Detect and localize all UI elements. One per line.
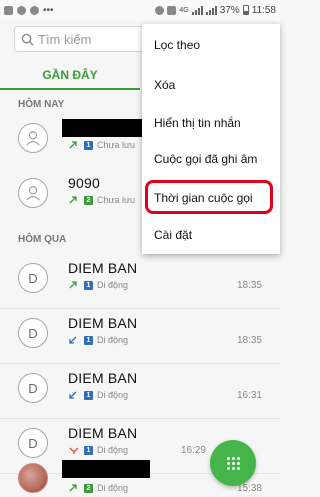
avatar-letter: D	[18, 373, 48, 403]
person-icon	[26, 186, 40, 201]
clock: 11:58	[251, 4, 276, 16]
search-input[interactable]	[38, 31, 158, 47]
sim-badge: 2	[84, 195, 93, 205]
redacted-name	[62, 119, 150, 137]
row-divider	[0, 308, 280, 309]
overflow-menu: Lọc theo Xóa Hiển thị tin nhắn Cuộc gọi …	[142, 24, 280, 254]
redacted-name	[62, 460, 150, 478]
menu-item-filter[interactable]: Lọc theo	[154, 38, 200, 52]
section-yesterday: HÔM QUA	[18, 234, 67, 245]
call-time: 16:31	[236, 390, 262, 401]
avatar-photo	[18, 463, 48, 493]
outgoing-call-icon	[69, 141, 77, 149]
dialpad-icon	[226, 456, 240, 470]
incoming-call-icon	[69, 336, 77, 344]
tab-recent[interactable]: GẦN ĐÂY	[0, 60, 140, 90]
row-divider	[0, 363, 280, 364]
section-today: HÔM NAY	[18, 99, 65, 110]
messenger-notification-icon	[17, 5, 26, 15]
avatar-letter: D	[18, 263, 48, 293]
signal-2-icon	[205, 5, 217, 15]
more-notifications-icon: •••	[43, 4, 54, 16]
row-divider	[0, 418, 280, 419]
sim-badge: 1	[84, 390, 93, 400]
call-status: Di động	[97, 483, 129, 493]
call-time: 18:35	[236, 335, 262, 346]
contact-name: 9090	[68, 175, 100, 191]
status-bar: ••• 4G 37% 11:58	[0, 0, 280, 20]
menu-item-settings[interactable]: Cài đặt	[154, 228, 192, 242]
call-status: Di động	[97, 335, 129, 345]
search-icon	[21, 33, 34, 46]
avatar-letter: D	[18, 318, 48, 348]
alarm-icon	[155, 5, 165, 15]
outgoing-call-icon	[69, 196, 77, 204]
avatar-placeholder	[18, 123, 48, 153]
contact-name: DIEM BAN	[68, 260, 138, 276]
call-log-row[interactable]: D DIEM BAN 1 Di động 16:31	[0, 365, 280, 420]
sim-badge: 2	[84, 483, 93, 493]
outgoing-call-icon	[69, 281, 77, 289]
person-icon	[26, 131, 40, 146]
outgoing-call-icon	[69, 484, 77, 492]
menu-item-show-messages[interactable]: Hiển thị tin nhắn	[154, 116, 241, 130]
contact-name: DIEM BAN	[68, 425, 138, 441]
sim-badge: 1	[84, 280, 93, 290]
contact-name: DIEM BAN	[68, 370, 138, 386]
call-log-row[interactable]: D DIEM BAN 1 Di động 18:35	[0, 310, 280, 365]
sim-1-icon	[167, 5, 177, 15]
gallery-notification-icon	[4, 5, 13, 15]
network-type: 4G	[179, 6, 189, 14]
battery-icon	[242, 5, 249, 15]
chat-notification-icon	[30, 5, 39, 15]
highlight-outline	[145, 180, 273, 214]
sim-badge: 1	[84, 335, 93, 345]
menu-item-recorded-calls[interactable]: Cuộc gọi đã ghi âm	[154, 152, 257, 166]
call-status: Chưa lưu	[97, 195, 136, 205]
incoming-call-icon	[69, 391, 77, 399]
call-status: Di động	[97, 280, 129, 290]
call-status: Chưa lưu	[97, 140, 136, 150]
sim-badge: 1	[84, 140, 93, 150]
call-status: Di động	[97, 390, 129, 400]
battery-percent: 37%	[219, 4, 240, 16]
avatar-placeholder	[18, 178, 48, 208]
menu-item-delete[interactable]: Xóa	[154, 78, 175, 92]
call-log-row[interactable]: D DIEM BAN 1 Di động 18:35	[0, 255, 280, 310]
call-time: 18:35	[236, 280, 262, 291]
dialpad-button[interactable]	[210, 440, 256, 486]
contact-name: DIEM BAN	[68, 315, 138, 331]
signal-icon	[191, 5, 203, 15]
